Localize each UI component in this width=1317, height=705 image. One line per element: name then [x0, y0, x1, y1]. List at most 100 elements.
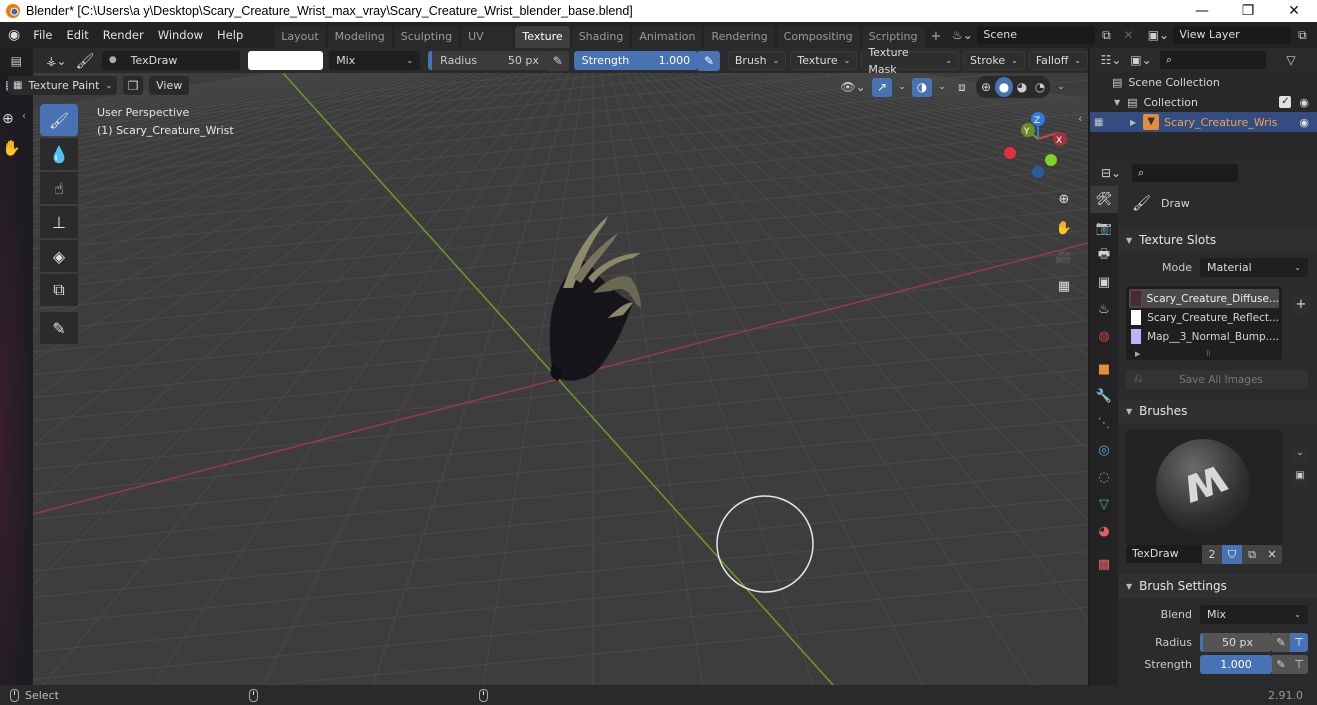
visibility-eye-icon[interactable]: ◉ — [1299, 116, 1309, 129]
material-tab-icon[interactable]: ◕ — [1090, 518, 1118, 545]
mode-selector[interactable]: ▦ Texture Paint ⌄ — [8, 76, 118, 95]
soften-tool[interactable]: 💧 — [40, 138, 78, 170]
expand-triangle-icon[interactable]: ▼ — [1114, 98, 1120, 107]
zoom-icon[interactable]: ⊕ — [2, 111, 14, 127]
texture-menu[interactable]: Texture ⌄ — [790, 51, 858, 70]
brush-dropdown-chevron-icon[interactable]: ⌄ — [1292, 448, 1308, 464]
radius-pressure-icon[interactable]: ✎ — [1272, 632, 1290, 652]
overlays-icon[interactable]: ◑ — [912, 77, 932, 97]
slot-icon[interactable]: ❐ — [123, 76, 144, 95]
outliner-object-row[interactable]: ▦ ▶ ▼ Scary_Creature_Wris ◉ — [1090, 112, 1317, 132]
physics-tab-icon[interactable]: ◎ — [1090, 437, 1118, 464]
smear-tool[interactable]: ☝ — [40, 172, 78, 204]
minimize-button[interactable]: — — [1179, 0, 1225, 22]
object-tab-icon[interactable]: ■ — [1090, 356, 1118, 383]
pan-view-hand-icon[interactable]: ✋ — [1052, 216, 1076, 240]
texture-slot-item[interactable]: Scary_Creature_Diffuse... — [1129, 289, 1279, 308]
list-expand-triangle-icon[interactable]: ▶ — [1135, 350, 1140, 358]
visibility-eye-icon[interactable]: ◉ — [1299, 96, 1309, 109]
visibility-icon[interactable]: 👁⌄ — [838, 77, 868, 97]
unlink-brush-x-icon[interactable]: ✕ — [1262, 545, 1282, 564]
tab-layout[interactable]: Layout — [274, 26, 326, 48]
strength-pressure-icon[interactable]: ✎ — [698, 50, 720, 71]
brush-image-icon[interactable]: ▣ — [1292, 470, 1308, 486]
texture-slots-panel-header[interactable]: ▼ Texture Slots — [1118, 228, 1317, 252]
tab-animation[interactable]: Animation — [632, 26, 703, 48]
strength-unified-icon[interactable]: ⊤ — [1290, 654, 1308, 674]
tab-shading[interactable]: Shading — [571, 26, 631, 48]
tab-uv-editing[interactable]: UV Editing — [461, 26, 514, 65]
editor-type-icon[interactable]: ▤ — [0, 48, 33, 73]
gizmo-toggle-icon[interactable]: ↗ — [872, 77, 892, 97]
strength-pressure-icon[interactable]: ✎ — [1272, 654, 1290, 674]
radius-pressure-icon[interactable]: ✎ — [546, 50, 569, 71]
expand-triangle-icon[interactable]: ▶ — [1130, 118, 1136, 127]
view-layer-icon[interactable]: ▣⌄ — [1143, 25, 1173, 45]
solid-shading-icon[interactable]: ● — [995, 77, 1013, 97]
fill-tool[interactable]: ◈ — [40, 240, 78, 272]
brushes-panel-header[interactable]: ▼ Brushes — [1118, 399, 1317, 423]
tab-rendering[interactable]: Rendering — [704, 26, 775, 48]
output-tab-icon[interactable]: 🖶 — [1090, 242, 1118, 269]
delete-scene-icon[interactable]: ✕ — [1117, 25, 1139, 45]
modifier-wrench-tab-icon[interactable]: 🔧 — [1090, 383, 1118, 410]
display-mode-icon[interactable]: ☷⌄ — [1096, 50, 1126, 70]
stroke-menu[interactable]: Stroke ⌄ — [963, 51, 1025, 70]
properties-search-input[interactable]: ⌕ — [1132, 164, 1238, 182]
fake-user-shield-icon[interactable]: ⛉ — [1222, 545, 1242, 564]
exclude-checkbox[interactable]: ✓ — [1279, 96, 1292, 108]
brush-mode-icon[interactable]: ⚶⌄ — [41, 51, 73, 71]
scene-tab-icon[interactable]: ♨ — [1090, 296, 1118, 323]
menu-window[interactable]: Window — [151, 22, 210, 48]
delete-view-layer-icon[interactable]: ✕ — [1313, 25, 1317, 45]
strength-field[interactable]: 1.000 — [1200, 654, 1272, 674]
outliner-scene-collection[interactable]: ▤ Scene Collection — [1090, 72, 1317, 92]
radius-field[interactable]: 50 px — [1200, 632, 1272, 652]
texture-slot-item[interactable]: Scary_Creature_Reflect... — [1129, 308, 1279, 327]
chevron-down-icon[interactable]: ⌄ — [936, 77, 948, 97]
mask-tool[interactable]: ⧉ — [40, 274, 78, 306]
scary-creature-wrist-model[interactable] — [549, 216, 641, 381]
blend-dropdown[interactable]: Mix ⌄ — [1200, 604, 1308, 624]
save-all-images-button[interactable]: ⎌ Save All Images — [1126, 370, 1308, 389]
brush-menu[interactable]: Brush ⌄ — [727, 51, 787, 70]
brush-name-field[interactable]: TexDraw — [1126, 545, 1202, 563]
gizmo-neg-z[interactable] — [1032, 166, 1044, 178]
menu-help[interactable]: Help — [210, 22, 250, 48]
add-texture-slot-button[interactable]: + — [1292, 296, 1310, 314]
xray-icon[interactable]: ⧈ — [952, 77, 972, 97]
filter-funnel-icon[interactable]: ▽ — [1280, 50, 1302, 70]
render-tab-icon[interactable]: 📷 — [1090, 215, 1118, 242]
clone-tool[interactable]: ⊥ — [40, 206, 78, 238]
gizmo-neg-x[interactable] — [1004, 147, 1016, 159]
list-resize-grip-icon[interactable]: ⠿ — [1206, 350, 1211, 358]
brush-color-swatch[interactable] — [248, 51, 324, 70]
camera-view-icon[interactable]: 🎥 — [1052, 245, 1076, 269]
world-tab-icon[interactable]: ◍ — [1090, 323, 1118, 350]
brush-selector[interactable]: ● TexDraw — [101, 51, 241, 70]
ortho-toggle-grid-icon[interactable]: ▦ — [1052, 274, 1076, 298]
close-button[interactable]: ✕ — [1271, 0, 1317, 22]
filter-view-icon[interactable]: ▣⌄ — [1126, 50, 1156, 70]
brush-user-count[interactable]: 2 — [1202, 545, 1222, 564]
new-view-layer-icon[interactable]: ⧉ — [1291, 25, 1313, 45]
collapse-arrow-icon[interactable]: ‹ — [22, 111, 26, 122]
tab-texture-paint[interactable]: Texture Paint — [515, 26, 570, 65]
tab-compositing[interactable]: Compositing — [776, 26, 860, 48]
radius-slider[interactable]: Radius 50 px — [428, 51, 547, 70]
sidebar-toggle-arrow-icon[interactable]: ‹ — [1078, 112, 1082, 125]
blender-menu-icon[interactable]: ◉ — [8, 26, 20, 44]
outliner-search-input[interactable]: ⌕ — [1160, 51, 1266, 69]
annotate-tool[interactable]: ✎ — [40, 312, 78, 344]
radius-unit-icon[interactable]: ⊤ — [1290, 632, 1308, 652]
draw-tool[interactable]: 🖌 — [40, 104, 78, 136]
blend-mode-dropdown[interactable]: Mix ⌄ — [329, 51, 421, 70]
material-shading-icon[interactable]: ◕ — [1013, 77, 1031, 97]
texture-slot-item[interactable]: Map__3_Normal_Bump.... — [1129, 327, 1279, 346]
menu-edit[interactable]: Edit — [59, 22, 95, 48]
chevron-down-icon[interactable]: ⌄ — [896, 77, 908, 97]
duplicate-brush-icon[interactable]: ⧉ — [1242, 545, 1262, 564]
strength-slider[interactable]: Strength 1.000 — [573, 51, 699, 70]
shading-options-chevron-icon[interactable]: ⌄ — [1054, 77, 1068, 97]
hand-pan-icon[interactable]: ✋ — [2, 139, 21, 157]
